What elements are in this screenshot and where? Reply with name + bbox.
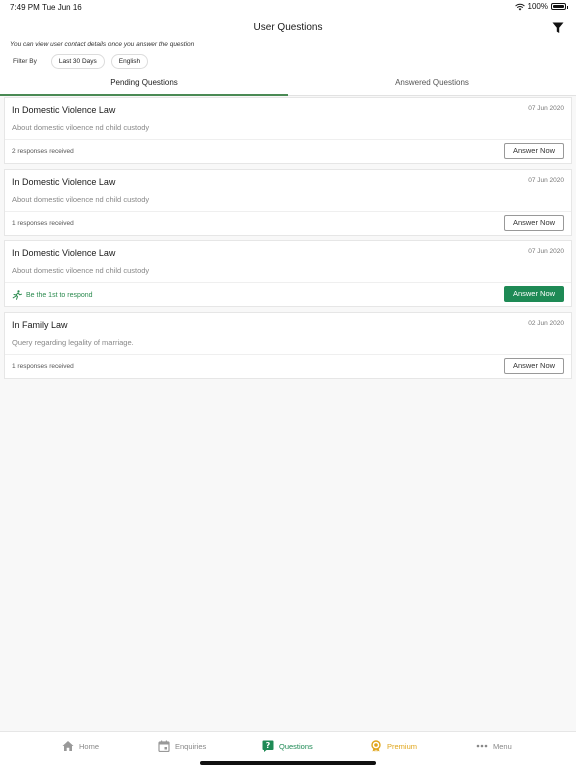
- question-card[interactable]: In Domestic Violence Law 07 Jun 2020 Abo…: [4, 168, 572, 236]
- nav-premium-label: Premium: [387, 741, 418, 751]
- battery-icon: [551, 3, 568, 10]
- card-divider: [5, 353, 571, 355]
- status-right: 100%: [514, 2, 568, 11]
- home-icon: [62, 741, 74, 751]
- question-date: 07 Jun 2020: [528, 105, 564, 112]
- calendar-icon: [158, 740, 170, 752]
- question-title: In Domestic Violence Law: [12, 248, 116, 258]
- responses-count: 1 responses received: [12, 219, 74, 227]
- responses-count: 2 responses received: [12, 148, 74, 155]
- answer-now-button[interactable]: Answer Now: [504, 143, 564, 159]
- answer-now-button[interactable]: Answer Now: [504, 357, 564, 374]
- card-divider: [5, 210, 571, 212]
- question-description: About domestic viloence nd child custody: [12, 266, 150, 275]
- info-text: You can view user contact details once y…: [10, 41, 195, 48]
- tabs: Pending Questions Answered Questions: [0, 73, 576, 96]
- page-title: User Questions: [253, 22, 323, 33]
- question-date: 02 Jun 2020: [528, 319, 564, 327]
- nav-questions-label: Questions: [279, 741, 313, 751]
- tab-pending-questions[interactable]: Pending Questions: [0, 73, 288, 96]
- nav-questions[interactable]: ? Questions: [262, 740, 313, 752]
- card-divider: [5, 282, 571, 283]
- premium-badge-icon: [371, 740, 381, 752]
- home-indicator: [200, 761, 376, 765]
- filter-chip-date[interactable]: Last 30 Days: [50, 54, 105, 69]
- question-card[interactable]: In Family Law 02 Jun 2020 Query regardin…: [4, 311, 572, 379]
- answer-now-button[interactable]: Answer Now: [504, 214, 564, 231]
- tab-answered-questions[interactable]: Answered Questions: [288, 73, 576, 96]
- filter-label: Filter By: [13, 58, 37, 65]
- question-description: About domestic viloence nd child custody: [12, 123, 150, 132]
- filter-icon[interactable]: [552, 22, 564, 34]
- screen: 7:49 PM Tue Jun 16 100% User Questions Y…: [0, 0, 576, 768]
- question-title: In Domestic Violence Law: [12, 105, 116, 115]
- filter-chip-language[interactable]: English: [110, 54, 149, 69]
- status-time: 7:49 PM: [10, 3, 40, 12]
- responses-count: 1 responses received: [12, 362, 74, 370]
- nav-menu[interactable]: Menu: [476, 740, 512, 752]
- first-responder-prompt: Be the 1st to respond: [12, 290, 93, 300]
- question-title: In Domestic Violence Law: [12, 176, 116, 187]
- nav-enquiries[interactable]: Enquiries: [158, 740, 206, 752]
- nav-home-label: Home: [79, 741, 100, 751]
- nav-menu-label: Menu: [493, 741, 512, 751]
- question-card[interactable]: In Domestic Violence Law 07 Jun 2020 Abo…: [4, 97, 572, 164]
- header: User Questions You can view user contact…: [0, 14, 576, 96]
- question-card[interactable]: In Domestic Violence Law 07 Jun 2020 Abo…: [4, 240, 572, 307]
- card-divider: [5, 139, 571, 140]
- nav-enquiries-label: Enquiries: [175, 741, 207, 751]
- question-date: 07 Jun 2020: [528, 176, 564, 184]
- svg-text:?: ?: [266, 741, 271, 750]
- nav-home[interactable]: Home: [62, 740, 99, 752]
- wifi-icon: [514, 3, 525, 10]
- more-dots-icon: [476, 744, 488, 748]
- question-description: About domestic viloence nd child custody: [12, 194, 150, 204]
- answer-now-button[interactable]: Answer Now: [504, 286, 564, 302]
- nav-premium[interactable]: Premium: [370, 740, 417, 752]
- question-title: In Family Law: [12, 319, 68, 330]
- question-icon: ?: [262, 740, 274, 752]
- filter-row: Filter By Last 30 Days English: [13, 54, 149, 69]
- question-description: Query regarding legality of marriage.: [12, 337, 134, 347]
- battery-percent: 100%: [527, 2, 548, 11]
- first-responder-text: Be the 1st to respond: [26, 291, 93, 299]
- bottom-nav: Home Enquiries ? Questions Premium Menu: [0, 731, 576, 768]
- status-date: Tue Jun 16: [42, 3, 82, 12]
- running-icon: [12, 290, 22, 300]
- question-date: 07 Jun 2020: [528, 248, 564, 255]
- question-list: In Domestic Violence Law 07 Jun 2020 Abo…: [4, 97, 572, 383]
- status-bar: 7:49 PM Tue Jun 16 100%: [0, 0, 576, 14]
